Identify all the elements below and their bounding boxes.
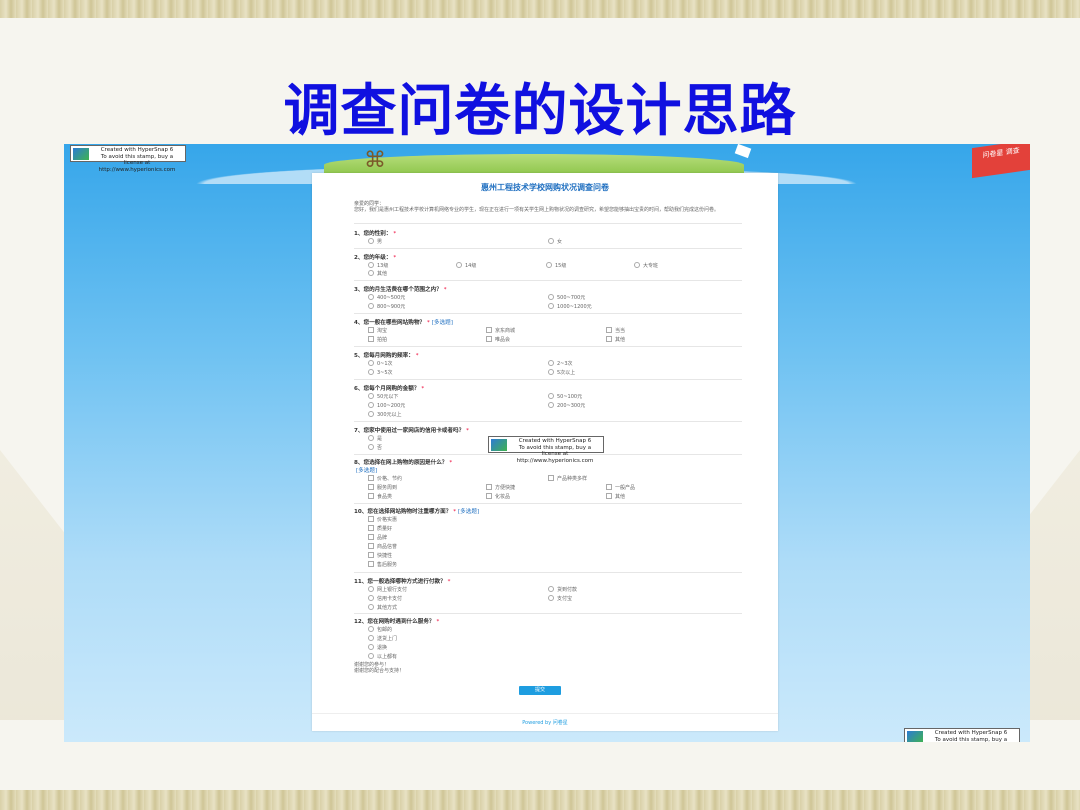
- radio-option[interactable]: 送货上门: [368, 635, 397, 642]
- radio-option[interactable]: 0~1次: [368, 360, 393, 367]
- question-title: 6、您每个月网购的金额？ *: [354, 386, 425, 392]
- checkbox-option[interactable]: 快捷性: [368, 552, 392, 559]
- checkbox-option[interactable]: 食品类: [368, 493, 392, 500]
- checkbox-option[interactable]: 京东商城: [486, 327, 515, 334]
- question-title: 11、您一般选择哪种方式进行付款？ *: [354, 579, 451, 585]
- radio-option[interactable]: 14级: [456, 262, 476, 269]
- radio-option[interactable]: 1000~1200元: [548, 303, 592, 310]
- divider: [354, 280, 742, 281]
- radio-option[interactable]: 15级: [546, 262, 566, 269]
- radio-option[interactable]: 网上银行支付: [368, 586, 407, 593]
- question-title: 8、您选择在网上购物的原因是什么？ *: [354, 460, 453, 466]
- radio-option[interactable]: 50元以下: [368, 393, 398, 400]
- radio-option[interactable]: 50~100元: [548, 393, 582, 400]
- divider: [354, 346, 742, 347]
- slide-bottom-band: [0, 790, 1080, 810]
- divider: [354, 572, 742, 573]
- radio-option[interactable]: 2~3次: [548, 360, 573, 367]
- hypersnap-watermark: Created with HyperSnap 6 To avoid this s…: [70, 145, 186, 173]
- slide-title: 调查问卷的设计思路: [283, 79, 797, 144]
- question-title: 7、您家中使用过一家网店的信用卡或者吗？ *: [354, 428, 469, 434]
- question-title: 3、您的月生活费在哪个范围之内？ *: [354, 287, 447, 293]
- checkbox-option[interactable]: 服务周到: [368, 484, 397, 491]
- radio-option[interactable]: 货到付款: [548, 586, 577, 593]
- radio-option[interactable]: 支付宝: [548, 595, 572, 602]
- divider: [354, 248, 742, 249]
- checkbox-option[interactable]: 淘宝: [368, 327, 387, 334]
- radio-option[interactable]: 包邮的: [368, 626, 392, 633]
- checkbox-option[interactable]: 其他: [606, 493, 625, 500]
- checkbox-option[interactable]: 唯品会: [486, 336, 510, 343]
- radio-option[interactable]: 信用卡支付: [368, 595, 402, 602]
- checkbox-option[interactable]: 化妆品: [486, 493, 510, 500]
- radio-option[interactable]: 是: [368, 435, 382, 442]
- hypersnap-watermark: Created with HyperSnap 6 To avoid this s…: [488, 436, 604, 464]
- intro-text: 您好，我们是惠州工程技术学校计算机网络专业的学生，现在正在进行一项有关学生网上购…: [354, 207, 720, 213]
- hypersnap-logo-icon: [491, 439, 507, 451]
- radio-option[interactable]: 800~900元: [368, 303, 405, 310]
- survey-screenshot: ⌘ 问卷星 调查 Created with HyperSnap 6 To avo…: [64, 144, 1030, 742]
- radio-option[interactable]: 否: [368, 444, 382, 451]
- radio-option[interactable]: 女: [548, 238, 562, 245]
- radio-option[interactable]: 100~200元: [368, 402, 405, 409]
- radio-option[interactable]: 500~700元: [548, 294, 585, 301]
- radio-option[interactable]: 5次以上: [548, 369, 575, 376]
- checkbox-option[interactable]: 产品种类多样: [548, 475, 587, 482]
- slide-decoration-left: [0, 450, 70, 720]
- hypersnap-watermark: Created with HyperSnap 6 To avoid this s…: [904, 728, 1020, 742]
- divider: [312, 713, 778, 714]
- powered-by-link[interactable]: Powered by 问卷星: [312, 719, 778, 726]
- checkbox-option[interactable]: 价格实惠: [368, 516, 397, 523]
- checkbox-option[interactable]: 商品信誉: [368, 543, 397, 550]
- hypersnap-logo-icon: [73, 148, 89, 160]
- checkbox-option[interactable]: 方便快捷: [486, 484, 515, 491]
- checkbox-option[interactable]: 一般产品: [606, 484, 635, 491]
- hypersnap-logo-icon: [907, 731, 923, 742]
- radio-option[interactable]: 3~5次: [368, 369, 393, 376]
- checkbox-option[interactable]: 品牌: [368, 534, 387, 541]
- checkbox-option[interactable]: 价格、节约: [368, 475, 402, 482]
- divider: [354, 313, 742, 314]
- question-title: 10、您在选择网站购物时注重哪方面？ * [多选题]: [354, 509, 480, 515]
- form-title: 惠州工程技术学校网购状况调查问卷: [481, 183, 609, 192]
- checkbox-option[interactable]: 其他: [606, 336, 625, 343]
- divider: [354, 503, 742, 504]
- radio-option[interactable]: 200~300元: [548, 402, 585, 409]
- divider: [354, 379, 742, 380]
- radio-option[interactable]: 大专班: [634, 262, 658, 269]
- divider: [354, 613, 742, 614]
- radio-option[interactable]: 退换: [368, 644, 387, 651]
- checkbox-option[interactable]: 质量好: [368, 525, 392, 532]
- radio-option[interactable]: 400~500元: [368, 294, 405, 301]
- question-title: 1、您的性别： *: [354, 231, 397, 237]
- checkbox-option[interactable]: 售后服务: [368, 561, 397, 568]
- checkbox-option[interactable]: 当当: [606, 327, 625, 334]
- divider: [354, 223, 742, 224]
- question-title: 2、您的年级： *: [354, 255, 397, 261]
- multi-choice-tag: [多选题]: [356, 468, 378, 474]
- question-title: 12、您在网购时遇到什么服务？ *: [354, 619, 440, 625]
- divider: [354, 421, 742, 422]
- radio-option: 以上都有: [368, 653, 397, 660]
- windmill-icon: ⌘: [364, 148, 386, 173]
- radio-option[interactable]: 其他方式: [368, 604, 397, 611]
- submit-button[interactable]: 提交: [519, 686, 561, 695]
- checkbox-option[interactable]: 拍拍: [368, 336, 387, 343]
- intro-greeting: 亲爱的同学：: [354, 201, 385, 207]
- closing-text: 谢谢您的参与！ 谢谢您的配合与支持！: [354, 662, 405, 674]
- radio-option[interactable]: 300元以上: [368, 411, 402, 418]
- question-title: 5、您每月网购的频率： *: [354, 353, 419, 359]
- slide-top-band: [0, 0, 1080, 18]
- question-title: 4、您一般在哪些网站购物？ * [多选题]: [354, 320, 453, 326]
- radio-option[interactable]: 13级: [368, 262, 388, 269]
- radio-option[interactable]: 男: [368, 238, 382, 245]
- radio-option[interactable]: 其他: [368, 270, 387, 277]
